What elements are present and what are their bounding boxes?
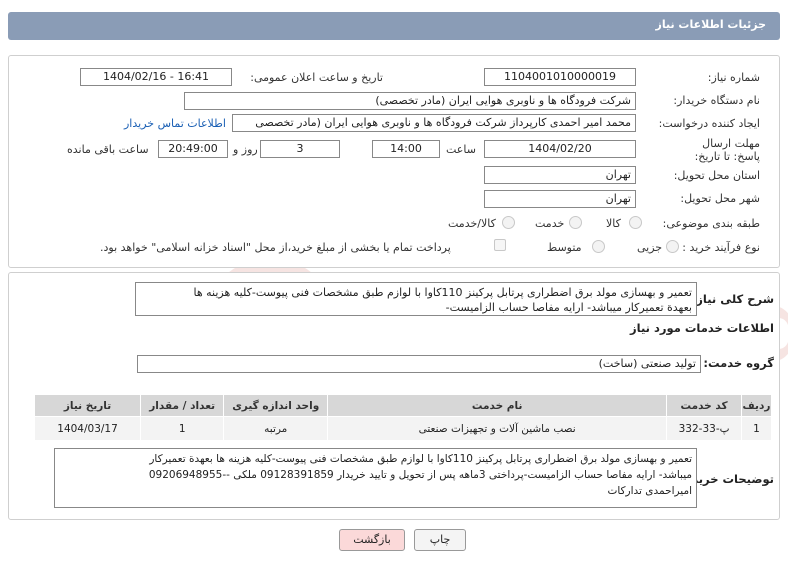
service-group-field[interactable]: تولید صنعتی (ساخت)	[137, 355, 701, 373]
service-group-label: گروه خدمت:	[703, 356, 774, 370]
category-label: طبقه بندی موضوعی:	[662, 217, 760, 230]
col-unit: واحد اندازه گیری	[223, 394, 329, 417]
col-quantity: تعداد / مقدار	[140, 394, 225, 417]
col-service-name: نام خدمت	[327, 394, 668, 417]
need-info-panel	[8, 55, 780, 268]
cell-need-date: 1404/03/17	[33, 416, 142, 441]
deadline-date-field[interactable]: 1404/02/20	[484, 140, 636, 158]
creator-field[interactable]: محمد امیر احمدی کارپرداز شرکت فرودگاه ها…	[232, 114, 636, 132]
cell-service-name: نصب ماشین آلات و تجهیزات صنعتی	[327, 416, 668, 441]
category-option-service: خدمت	[535, 217, 565, 230]
category-radio-service[interactable]	[569, 216, 582, 229]
page-title: جزئیات اطلاعات نیاز	[655, 18, 767, 31]
services-info-heading: اطلاعات خدمات مورد نیاز	[630, 321, 774, 335]
deadline-time-field[interactable]: 14:00	[372, 140, 440, 158]
buyer-org-field[interactable]: شرکت فرودگاه ها و ناوبری هوایی ایران (ما…	[184, 92, 636, 110]
days-remaining-field[interactable]: 3	[260, 140, 340, 158]
table-row: 1 پ-33-332 نصب ماشین آلات و تجهیزات صنعت…	[33, 416, 773, 441]
province-label: استان محل تحویل:	[673, 169, 760, 182]
buyer-org-label: نام دستگاه خریدار:	[673, 94, 760, 107]
summary-line-2: بعهدة تعمیرکار میباشد- ارایه مفاصا حساب …	[445, 301, 692, 314]
announce-date-field[interactable]: 1404/02/16 - 16:41	[80, 68, 232, 86]
services-table: ردیف کد خدمت نام خدمت واحد اندازه گیری ت…	[33, 394, 773, 441]
announce-date-label: تاریخ و ساعت اعلان عمومی:	[250, 71, 383, 84]
buyer-notes-textarea[interactable]: تعمیر و بهسازی مولد برق اضطراری پرتابل پ…	[54, 448, 697, 508]
buyer-contact-link[interactable]: اطلاعات تماس خریدار	[124, 117, 226, 130]
city-field[interactable]: تهران	[484, 190, 636, 208]
need-number-label: شماره نیاز:	[707, 71, 760, 84]
deadline-label: مهلت ارسال پاسخ: تا تاریخ:	[694, 137, 760, 163]
summary-textarea[interactable]: تعمیر و بهسازی مولد برق اضطراری پرتابل پ…	[135, 282, 697, 316]
creator-label: ایجاد کننده درخواست:	[658, 117, 760, 130]
process-label: نوع فرآیند خرید :	[682, 241, 760, 254]
col-need-date: تاریخ نیاز	[33, 394, 142, 417]
remaining-time-field[interactable]: 20:49:00	[158, 140, 228, 158]
print-button[interactable]: چاپ	[414, 529, 466, 551]
buyer-notes-line-1: تعمیر و بهسازی مولد برق اضطراری پرتابل پ…	[149, 453, 692, 465]
buyer-notes-line-2: میباشد- ارایه مفاصا حساب الزامیست-پرداخت…	[148, 469, 692, 481]
col-row: ردیف	[740, 394, 773, 417]
process-radio-medium[interactable]	[592, 240, 605, 253]
treasury-payment-note: پرداخت تمام یا بخشی از مبلغ خرید،از محل …	[100, 241, 451, 254]
remaining-time-label: ساعت باقی مانده	[67, 143, 149, 156]
category-radio-goods-service[interactable]	[502, 216, 515, 229]
summary-line-1: تعمیر و بهسازی مولد برق اضطراری پرتابل پ…	[193, 286, 692, 299]
cell-unit: مرتبه	[223, 416, 329, 441]
process-option-medium: متوسط	[547, 241, 582, 254]
deadline-time-label: ساعت	[446, 143, 476, 156]
need-number-field[interactable]: 1104001010000019	[484, 68, 636, 86]
summary-label: شرح کلی نیاز:	[691, 292, 774, 306]
cell-row: 1	[740, 416, 773, 441]
cell-quantity: 1	[140, 416, 225, 441]
process-option-minor: جزیی	[637, 241, 663, 254]
treasury-payment-checkbox[interactable]	[494, 239, 506, 251]
back-button[interactable]: بازگشت	[339, 529, 405, 551]
category-radio-goods[interactable]	[629, 216, 642, 229]
col-service-code: کد خدمت	[666, 394, 742, 417]
services-table-header: ردیف کد خدمت نام خدمت واحد اندازه گیری ت…	[33, 394, 773, 417]
days-label: روز و	[233, 143, 258, 156]
process-radio-minor[interactable]	[666, 240, 679, 253]
province-field[interactable]: تهران	[484, 166, 636, 184]
category-option-goods: کالا	[606, 217, 621, 230]
page-header: جزئیات اطلاعات نیاز	[8, 12, 780, 40]
city-label: شهر محل تحویل:	[680, 192, 760, 205]
buyer-notes-line-3: امیراحمدی تدارکات	[607, 485, 692, 497]
cell-service-code: پ-33-332	[666, 416, 742, 441]
category-option-goods-service: کالا/خدمت	[448, 217, 496, 230]
